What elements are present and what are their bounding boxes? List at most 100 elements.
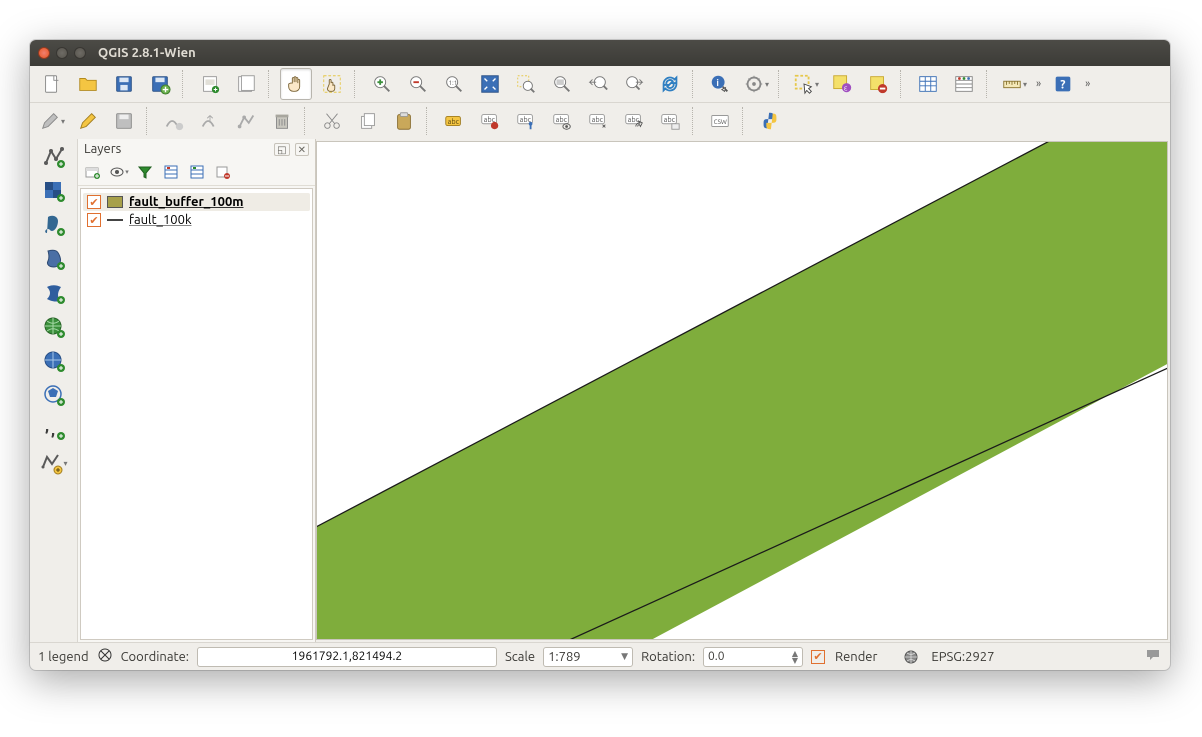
window-minimize-button[interactable] (56, 47, 68, 59)
python-console-button[interactable] (754, 105, 786, 137)
save-layer-edits-button[interactable] (108, 105, 140, 137)
change-label-button[interactable]: abc (654, 105, 686, 137)
show-hide-labels-button[interactable]: abc (546, 105, 578, 137)
highlight-pinned-labels-button[interactable]: abc (474, 105, 506, 137)
delete-selected-button[interactable] (266, 105, 298, 137)
map-canvas[interactable] (316, 141, 1168, 640)
label-tool-button[interactable]: abc (438, 105, 470, 137)
add-group-button[interactable] (82, 161, 104, 183)
svg-text:?: ? (1060, 79, 1065, 92)
add-spatialite-layer-button[interactable] (38, 245, 70, 273)
expand-all-button[interactable] (160, 161, 182, 183)
field-calculator-button[interactable] (948, 68, 980, 100)
add-wms-layer-button[interactable] (38, 313, 70, 341)
data-source-toolbar: ,, ▾ (30, 139, 78, 642)
open-attribute-table-button[interactable] (912, 68, 944, 100)
zoom-native-button[interactable]: 1:1 (438, 68, 470, 100)
zoom-last-button[interactable] (582, 68, 614, 100)
cut-features-button[interactable] (316, 105, 348, 137)
window-title: QGIS 2.8.1-Wien (98, 46, 196, 60)
measure-tool-button[interactable]: ▾ (998, 68, 1030, 100)
layers-panel-undock-button[interactable]: ◱ (274, 143, 289, 156)
help-button[interactable]: ? (1047, 68, 1079, 100)
zoom-out-button[interactable] (402, 68, 434, 100)
add-vector-layer-button[interactable] (38, 143, 70, 171)
rotation-spinner[interactable]: 0.0 ▲▼ (703, 647, 803, 667)
render-checkbox[interactable]: ✔ (811, 650, 825, 664)
toolbar-overflow-1[interactable]: » (1034, 78, 1043, 90)
crs-label[interactable]: EPSG:2927 (931, 650, 994, 664)
pin-labels-button[interactable]: abc (510, 105, 542, 137)
crs-icon[interactable] (903, 649, 919, 665)
pan-tool-button[interactable] (280, 68, 312, 100)
svg-text:abc: abc (664, 116, 676, 124)
layer-tree[interactable]: ✔ fault_buffer_100m ✔ fault_100k (80, 188, 313, 640)
coordinate-input[interactable] (197, 647, 497, 667)
svg-text:CSW: CSW (714, 119, 727, 126)
add-wcs-layer-button[interactable] (38, 347, 70, 375)
refresh-button[interactable] (654, 68, 686, 100)
deselect-all-button[interactable] (862, 68, 894, 100)
layers-panel: Layers ◱ ✕ ▾ ✔ fault_buffer_100m (78, 139, 316, 642)
move-feature-button[interactable] (194, 105, 226, 137)
layer-name: fault_100k (129, 213, 192, 227)
svg-text:ε: ε (844, 84, 848, 92)
rotate-label-button[interactable]: abc (618, 105, 650, 137)
composer-manager-button[interactable] (230, 68, 262, 100)
toggle-extents-icon[interactable] (97, 647, 113, 666)
add-feature-button[interactable] (158, 105, 190, 137)
svg-text:abc: abc (556, 116, 568, 124)
layer-visibility-checkbox[interactable]: ✔ (87, 195, 101, 209)
pan-to-selection-button[interactable] (316, 68, 348, 100)
move-label-button[interactable]: abc (582, 105, 614, 137)
layer-item-fault-buffer[interactable]: ✔ fault_buffer_100m (83, 193, 310, 211)
layer-visibility-checkbox[interactable]: ✔ (87, 213, 101, 227)
toolbar-overflow-2[interactable]: » (1083, 78, 1092, 90)
svg-text:i: i (716, 77, 719, 88)
paste-features-button[interactable] (388, 105, 420, 137)
toolbar-file-navigation: 1:1 i ▾ ▾ ε ▾ » ? » (30, 66, 1170, 103)
filter-legend-button[interactable] (134, 161, 156, 183)
add-wfs-layer-button[interactable] (38, 381, 70, 409)
new-project-button[interactable] (36, 68, 68, 100)
identify-tool-button[interactable]: i (704, 68, 736, 100)
add-postgis-layer-button[interactable] (38, 211, 70, 239)
svg-text:,: , (45, 417, 49, 435)
save-project-button[interactable] (108, 68, 140, 100)
window-maximize-button[interactable] (74, 47, 86, 59)
layer-symbol-line-icon (107, 219, 123, 221)
zoom-full-button[interactable] (474, 68, 506, 100)
csw-client-button[interactable]: CSW (704, 105, 736, 137)
manage-visibility-button[interactable]: ▾ (108, 161, 130, 183)
node-tool-button[interactable] (230, 105, 262, 137)
add-mssql-layer-button[interactable] (38, 279, 70, 307)
run-feature-action-button[interactable]: ▾ (740, 68, 772, 100)
svg-text:abc: abc (448, 118, 460, 126)
window-close-button[interactable] (38, 47, 50, 59)
messages-icon[interactable] (1144, 646, 1162, 667)
scale-label: Scale (505, 650, 535, 664)
copy-features-button[interactable] (352, 105, 384, 137)
current-edits-button[interactable]: ▾ (36, 105, 68, 137)
add-delimited-text-button[interactable]: ,, (38, 415, 70, 443)
collapse-all-button[interactable] (186, 161, 208, 183)
scale-selector[interactable]: 1:789▼ (543, 647, 633, 667)
open-project-button[interactable] (72, 68, 104, 100)
zoom-to-selection-button[interactable] (510, 68, 542, 100)
select-by-expression-button[interactable]: ε (826, 68, 858, 100)
zoom-next-button[interactable] (618, 68, 650, 100)
save-project-as-button[interactable] (144, 68, 176, 100)
add-raster-layer-button[interactable] (38, 177, 70, 205)
toolbar-editing-labeling: ▾ abc abc abc abc abc abc abc CSW (30, 103, 1170, 139)
zoom-to-layer-button[interactable] (546, 68, 578, 100)
remove-layer-button[interactable] (212, 161, 234, 183)
new-print-composer-button[interactable] (194, 68, 226, 100)
select-features-button[interactable]: ▾ (790, 68, 822, 100)
layers-panel-close-button[interactable]: ✕ (295, 143, 309, 156)
toggle-editing-button[interactable] (72, 105, 104, 137)
zoom-in-button[interactable] (366, 68, 398, 100)
layer-item-fault-100k[interactable]: ✔ fault_100k (83, 211, 310, 229)
new-shapefile-button[interactable]: ▾ (38, 449, 70, 477)
app-window: QGIS 2.8.1-Wien 1:1 i ▾ ▾ ε ▾ » (30, 40, 1170, 670)
layers-panel-toolbar: ▾ (78, 159, 315, 186)
